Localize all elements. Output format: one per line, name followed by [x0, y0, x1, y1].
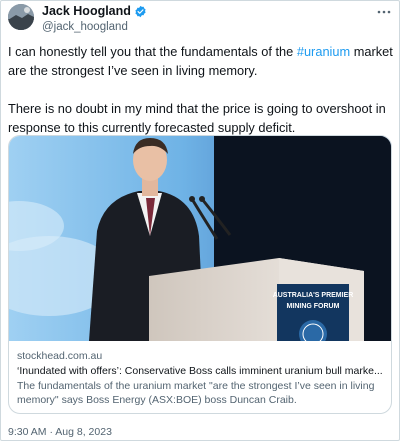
- avatar[interactable]: [8, 4, 34, 30]
- verified-badge-icon: [135, 5, 146, 18]
- card-title[interactable]: ‘Inundated with offers’: Conservative Bo…: [17, 364, 387, 378]
- tweet-text: I can honestly tell you that the fundame…: [8, 42, 396, 137]
- tweet-paragraph-1: I can honestly tell you that the fundame…: [8, 42, 396, 80]
- tweet-header: Jack Hoogland @jack_hoogland: [8, 4, 392, 34]
- author-name[interactable]: Jack Hoogland: [42, 4, 131, 19]
- tweet-timestamp[interactable]: 9:30 AM · Aug 8, 2023: [8, 426, 112, 439]
- podium-sign-line-2: MINING FORUM: [287, 303, 340, 310]
- profile-avatar-icon: [8, 4, 34, 30]
- hashtag-link[interactable]: #uranium: [297, 44, 350, 59]
- author-handle[interactable]: @jack_hoogland: [42, 20, 147, 34]
- card-meta: stockhead.com.au ‘Inundated with offers’…: [17, 349, 387, 407]
- podium-sign-line-1: AUSTRALIA'S PREMIER: [273, 292, 354, 299]
- more-options-icon[interactable]: [376, 4, 392, 20]
- author-info: Jack Hoogland @jack_hoogland: [42, 4, 147, 34]
- tweet-paragraph-2: There is no doubt in my mind that the pr…: [8, 101, 386, 135]
- card-domain: stockhead.com.au: [17, 350, 103, 362]
- link-card[interactable]: AUSTRALIA'S PREMIER MINING FORUM stockhe…: [8, 135, 392, 414]
- tweet-text-prefix: I can honestly tell you that the fundame…: [8, 44, 297, 59]
- card-description: The fundamentals of the uranium market "…: [17, 380, 375, 406]
- card-image: AUSTRALIA'S PREMIER MINING FORUM: [9, 136, 391, 341]
